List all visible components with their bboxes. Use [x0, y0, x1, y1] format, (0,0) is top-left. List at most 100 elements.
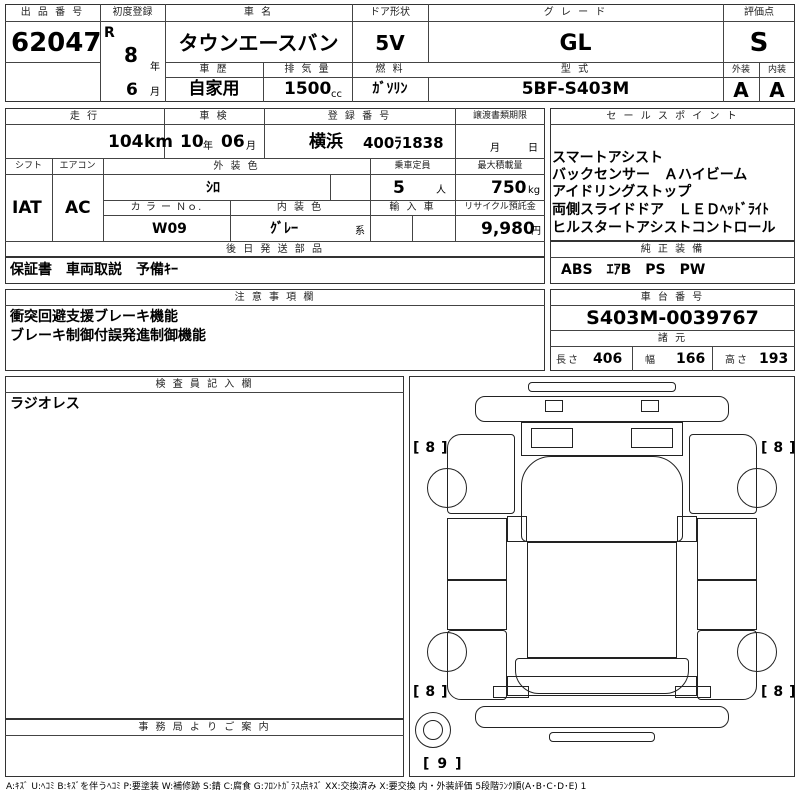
first-reg-label: 初度登録: [112, 7, 153, 18]
shift-label: シフト: [14, 161, 42, 171]
headlight-part: [545, 400, 563, 412]
rear-step-part: [549, 732, 655, 742]
divider: [550, 330, 795, 331]
divider: [165, 77, 723, 78]
divider: [632, 346, 633, 371]
interior-grade: A: [769, 78, 785, 102]
person-unit: 人: [436, 185, 446, 196]
door-type-label: ドア形状: [370, 7, 410, 18]
import-label: 輸 入 車: [389, 202, 436, 213]
displacement-label: 排 気 量: [284, 64, 331, 75]
windshield-part: [521, 456, 683, 542]
later-parts: 保証書 車両取説 予備ｷｰ: [10, 262, 178, 278]
car-name: タウンエースバン: [178, 31, 339, 55]
rear-left-wheel: [427, 632, 467, 672]
tire-rr-depth: 8: [773, 684, 784, 700]
lot-no-label: 出 品 番 号: [20, 7, 85, 18]
width: 166: [676, 351, 706, 367]
note-2: ブレーキ制御付誤発進制御機能: [10, 328, 206, 344]
grade-label: グ レ ー ド: [543, 7, 608, 18]
month-unit: 月: [150, 87, 160, 98]
era-mark: R: [104, 25, 115, 41]
km-unit: km: [144, 132, 174, 152]
office-label: 事 務 局 よ り ご 案 内: [138, 722, 271, 733]
capacity: 5: [393, 178, 405, 198]
recycle-label: リサイクル預託金: [464, 202, 536, 212]
tire-fr-depth: 8: [773, 440, 784, 456]
divider: [165, 62, 723, 63]
divider: [455, 108, 456, 241]
capacity-label: 乗車定員: [394, 161, 431, 171]
legend: A:ｷｽﾞ U:ﾍｺﾐ B:ｷｽﾞを伴うﾍｺﾐ P:要塗装 W:補修跡 S:錆 …: [6, 782, 587, 792]
length-label: 長さ: [556, 355, 580, 366]
reg-year: 8: [124, 43, 138, 67]
tire-rl-depth: 8: [425, 684, 436, 700]
score: S: [749, 28, 769, 58]
sales-point-5: ヒルスタートアシストコントロール: [552, 220, 776, 236]
tire-fl-depth: 8: [425, 440, 436, 456]
sales-point-3: アイドリングストップ: [552, 184, 692, 200]
divider: [103, 200, 545, 201]
fuel: ｶﾞｿﾘﾝ: [372, 81, 408, 97]
divider: [550, 124, 795, 125]
tire-rr-bracket: [8]: [761, 684, 796, 700]
wiper-part: [531, 428, 573, 448]
ext-color: ｼﾛ: [206, 180, 220, 196]
specs-label: 諸 元: [657, 333, 688, 344]
divider: [5, 158, 545, 159]
reg-area: 横浜: [309, 132, 343, 152]
mileage: 104: [108, 132, 144, 152]
exterior-label: 外装: [731, 65, 750, 75]
inspector-label: 検 査 員 記 入 欄: [155, 379, 254, 390]
fuel-label: 燃 料: [375, 64, 405, 75]
wiper-part: [631, 428, 673, 448]
color-no-label: カ ラ ー Ｎｏ.: [130, 202, 203, 213]
aircon-label: エアコン: [59, 161, 96, 171]
max-load: 750: [491, 178, 527, 198]
tire-fr-bracket: [8]: [761, 440, 796, 456]
ext-color-label: 外 装 色: [213, 161, 260, 172]
lot-number: 62047: [11, 28, 102, 58]
sales-point-2: バックセンサー Ａハイビーム: [552, 167, 748, 183]
genuine-equip-label: 純 正 装 備: [640, 244, 705, 255]
headlight-part: [641, 400, 659, 412]
model: 5BF-S403M: [521, 79, 630, 99]
spare-wheel-hub: [423, 720, 443, 740]
height-label: 高さ: [725, 355, 749, 366]
height: 193: [759, 351, 789, 367]
roof-part: [527, 542, 677, 658]
sales-point-4: 両側スライドドア ＬＥＤﾍｯﾄﾞﾗｲﾄ: [552, 202, 769, 218]
year-unit: 年: [150, 62, 160, 73]
car-diagram: [8] [8] [8] [8] [9]: [409, 376, 796, 777]
divider: [5, 735, 404, 736]
rear-bumper-part: [475, 706, 729, 728]
aircon-type: AC: [65, 198, 91, 218]
color-no: W09: [152, 221, 187, 237]
genuine-equip: ABS ｴｱB PS PW: [561, 262, 706, 278]
note-1: 衝突回避支援ブレーキ機能: [10, 309, 178, 325]
history: 自家用: [188, 79, 240, 99]
inspection-year: 10: [180, 132, 204, 152]
model-label: 型 式: [560, 64, 591, 75]
door-type: 5V: [375, 31, 405, 55]
notes-label: 注 意 事 項 欄: [234, 292, 316, 303]
divider: [5, 174, 545, 175]
taillight-part: [675, 686, 711, 698]
inspector-block: [5, 376, 404, 719]
mileage-label: 走 行: [69, 111, 100, 122]
divider: [103, 215, 545, 216]
exterior-grade: A: [733, 78, 749, 102]
divider: [550, 257, 795, 258]
divider: [5, 241, 545, 242]
inspection-month: 06: [221, 132, 245, 152]
left-slide-door-part: [447, 580, 507, 630]
rear-right-wheel: [737, 632, 777, 672]
deadline-month-unit: 月: [490, 143, 500, 154]
front-bumper-part: [528, 382, 676, 392]
divider: [330, 174, 331, 200]
front-right-wheel: [737, 468, 777, 508]
shift-type: IAT: [12, 198, 42, 218]
reg-month: 6: [126, 80, 138, 100]
displacement: 1500: [284, 79, 332, 99]
right-front-door-part: [697, 518, 757, 580]
